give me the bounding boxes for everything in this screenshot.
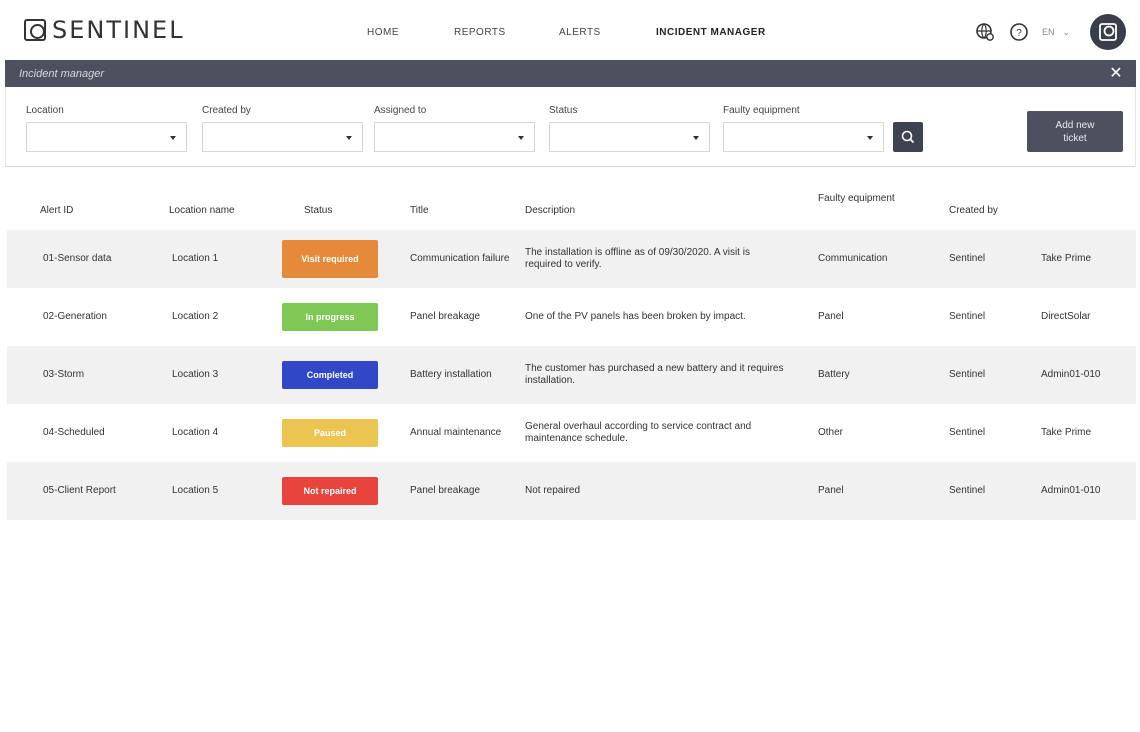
cell-created-by: Sentinel — [949, 253, 986, 264]
caret-down-icon — [867, 136, 873, 140]
language-select[interactable]: EN ⌄ — [1042, 23, 1082, 41]
filter-location: Location — [26, 105, 187, 152]
nav-link-incident-manager[interactable]: INCIDENT MANAGER — [656, 27, 766, 38]
column-header[interactable]: Alert ID — [40, 205, 73, 216]
filter-status: Status — [549, 105, 710, 152]
cell-equipment: Battery — [818, 369, 850, 380]
filter-label: Assigned to — [374, 105, 427, 116]
cell-assigned-to: Take Prime — [1041, 253, 1092, 264]
cell-title: Communication failure — [410, 253, 510, 264]
cell-created-by: Sentinel — [949, 369, 986, 380]
cell-created-by: Sentinel — [949, 311, 986, 322]
close-icon[interactable]: ✕ — [1106, 63, 1126, 83]
table-body: 01-Sensor data Location 1 Communication fa… — [7, 230, 1136, 520]
help-icon[interactable]: ? — [1008, 21, 1030, 43]
nav-link-reports[interactable]: REPORTS — [454, 27, 506, 38]
filter-bar: Location Created by Assigned to Status F… — [5, 87, 1136, 167]
incidents-table: Alert ID Location name Status Title Desc… — [7, 180, 1136, 520]
status-badge: Completed — [282, 361, 378, 389]
table-row[interactable]: 04-Scheduled Location 4 Annual maintenance… — [7, 404, 1136, 462]
status-badge: In progress — [282, 303, 378, 331]
filter-label: Status — [549, 105, 578, 116]
table-row[interactable]: 01-Sensor data Location 1 Communication fa… — [7, 230, 1136, 288]
caret-down-icon — [518, 136, 524, 140]
filter-label: Faulty equipment — [723, 105, 800, 116]
cell-created-by: Sentinel — [949, 427, 986, 438]
column-header[interactable]: Faulty equipment — [818, 193, 898, 205]
svg-text:?: ? — [1016, 28, 1022, 39]
cell-equipment: Panel — [818, 311, 844, 322]
cell-alert-id: 03-Storm — [43, 369, 85, 380]
nav-link-home[interactable]: HOME — [367, 27, 399, 38]
user-avatar[interactable] — [1090, 14, 1126, 50]
cell-title: Annual maintenance — [410, 427, 502, 438]
table-row[interactable]: 02-Generation Location 2 Panel breakage One… — [7, 288, 1136, 346]
add-new-ticket-button[interactable]: Add new ticket — [1027, 111, 1123, 152]
cell-location: Location 3 — [172, 369, 219, 380]
filter-created-by: Created by — [202, 105, 363, 152]
cell-alert-id: 05-Client Report — [43, 485, 116, 496]
cell-equipment: Other — [818, 427, 844, 438]
caret-down-icon — [693, 136, 699, 140]
filter-label: Created by — [202, 105, 251, 116]
faulty-equipment-select[interactable] — [723, 122, 884, 152]
table-row[interactable]: 05-Client Report Location 5 Panel breakage… — [7, 462, 1136, 520]
column-header[interactable]: Description — [525, 205, 575, 216]
cell-location: Location 5 — [172, 485, 219, 496]
location-select[interactable] — [26, 122, 187, 152]
nav-link-alerts[interactable]: ALERTS — [559, 27, 601, 38]
cell-equipment: Panel — [818, 485, 844, 496]
table-header: Alert ID Location name Status Title Desc… — [7, 180, 1136, 230]
chevron-down-icon: ⌄ — [1062, 26, 1071, 37]
panel-header: Incident manager ✕ — [5, 60, 1136, 87]
filter-assigned-to: Assigned to — [374, 105, 535, 152]
language-value: EN — [1042, 27, 1055, 37]
cell-description: General overhaul according to service co… — [525, 421, 752, 444]
cell-alert-id: 01-Sensor data — [43, 253, 112, 264]
settings-globe-icon[interactable] — [974, 21, 996, 43]
created-by-select[interactable] — [202, 122, 363, 152]
nav-right: ? EN ⌄ — [974, 14, 1126, 50]
column-header[interactable]: Created by — [949, 205, 998, 216]
cell-title: Panel breakage — [410, 485, 481, 496]
filter-label: Location — [26, 105, 64, 116]
cell-assigned-to: DirectSolar — [1041, 311, 1091, 322]
cell-alert-id: 04-Scheduled — [43, 427, 105, 438]
cell-description: Not repaired — [525, 485, 581, 496]
cell-description: The customer has purchased a new battery… — [525, 363, 784, 386]
nav-links: HOME REPORTS ALERTS INCIDENT MANAGER — [0, 27, 1140, 41]
assigned-to-select[interactable] — [374, 122, 535, 152]
column-header[interactable]: Title — [410, 205, 429, 216]
cell-description: One of the PV panels has been broken by … — [525, 311, 746, 322]
cell-description: The installation is offline as of 09/30/… — [525, 247, 750, 270]
cell-location: Location 1 — [172, 253, 219, 264]
cell-title: Battery installation — [410, 369, 492, 380]
column-header[interactable]: Status — [304, 205, 332, 216]
table-row[interactable]: 03-Storm Location 3 Battery installation Th… — [7, 346, 1136, 404]
panel-title: Incident manager — [19, 68, 104, 80]
status-badge: Paused — [282, 419, 378, 447]
search-icon — [901, 130, 915, 144]
cell-assigned-to: Admin01-010 — [1041, 369, 1101, 380]
caret-down-icon — [170, 136, 176, 140]
cell-assigned-to: Admin01-010 — [1041, 485, 1101, 496]
cell-location: Location 2 — [172, 311, 219, 322]
avatar-logo-icon — [1099, 23, 1117, 41]
status-badge: Not repaired — [282, 477, 378, 505]
cell-alert-id: 02-Generation — [43, 311, 107, 322]
cell-location: Location 4 — [172, 427, 219, 438]
cell-title: Panel breakage — [410, 311, 481, 322]
column-header[interactable]: Location name — [169, 205, 235, 216]
caret-down-icon — [346, 136, 352, 140]
search-button[interactable] — [893, 122, 923, 152]
status-badge: Visit required — [282, 240, 378, 278]
filter-faulty-equipment: Faulty equipment — [723, 105, 884, 152]
cell-assigned-to: Take Prime — [1041, 427, 1092, 438]
top-navigation: SENTINEL HOME REPORTS ALERTS INCIDENT MA… — [0, 0, 1140, 60]
cell-equipment: Communication — [818, 253, 888, 264]
status-select[interactable] — [549, 122, 710, 152]
cell-created-by: Sentinel — [949, 485, 986, 496]
